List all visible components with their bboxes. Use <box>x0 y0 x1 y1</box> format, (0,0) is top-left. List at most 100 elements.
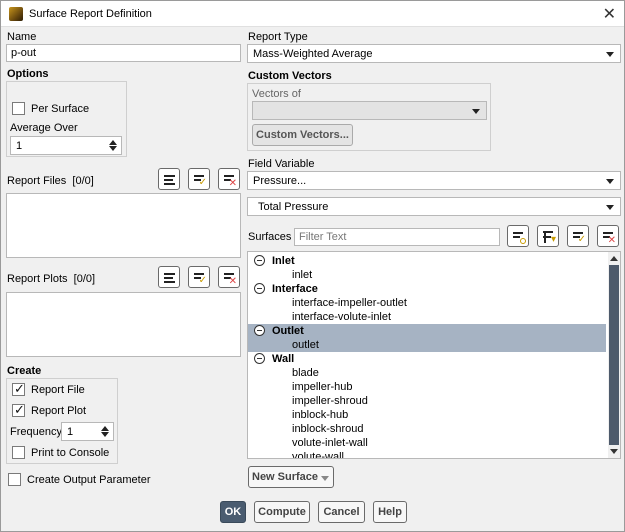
tree-item[interactable]: inblock-hub <box>248 408 606 422</box>
custom-vectors-label: Custom Vectors <box>248 70 332 82</box>
flag-icon: ▾ <box>550 234 556 245</box>
report-file-label: Report File <box>31 384 85 396</box>
tree-item[interactable]: interface-impeller-outlet <box>248 296 606 310</box>
vectors-of-dropdown[interactable] <box>252 101 487 120</box>
per-surface-checkbox[interactable] <box>12 102 25 115</box>
frequency-label: Frequency <box>10 426 62 438</box>
frequency-spinner[interactable]: 1 <box>61 422 114 441</box>
group-surfaces-button[interactable]: ▾ <box>537 225 559 247</box>
tree-group-interface[interactable]: Interface <box>248 282 606 296</box>
create-output-parameter-checkbox[interactable] <box>8 473 21 486</box>
list-icon <box>164 175 175 177</box>
collapse-icon[interactable] <box>254 255 265 266</box>
report-type-dropdown[interactable]: Mass-Weighted Average <box>247 44 621 63</box>
tree-item[interactable]: outlet <box>248 338 606 352</box>
name-label: Name <box>7 31 37 43</box>
surfaces-tree[interactable]: Inlet inlet Interface interface-impeller-ou… <box>247 251 621 459</box>
window-title: Surface Report Definition <box>29 8 152 20</box>
close-icon[interactable]: ✕ <box>603 4 616 24</box>
field-variable-dropdown[interactable]: Pressure... <box>247 171 621 190</box>
checkmark-icon: ✓ <box>198 177 207 188</box>
tree-item[interactable]: volute-inlet-wall <box>248 436 606 450</box>
tree-item-label: inlet <box>292 269 313 281</box>
average-over-spinner[interactable]: 1 <box>10 136 122 155</box>
print-to-console-checkbox[interactable] <box>12 446 25 459</box>
tree-group-inlet[interactable]: Inlet <box>248 254 606 268</box>
tree-item[interactable]: interface-volute-inlet <box>248 310 606 324</box>
surface-type-filter-button[interactable] <box>507 225 529 247</box>
per-surface-label: Per Surface <box>31 103 90 115</box>
clear-surfaces-button[interactable]: ✕ <box>597 225 619 247</box>
vectors-of-label: Vectors of <box>252 88 301 100</box>
new-surface-button[interactable]: New Surface <box>248 466 334 488</box>
tree-group-outlet[interactable]: Outlet <box>248 324 606 338</box>
spinner-up-icon[interactable] <box>101 426 109 431</box>
field-variable-label: Field Variable <box>248 158 315 170</box>
checkmark-icon: ✓ <box>198 275 207 286</box>
tree-group-wall[interactable]: Wall <box>248 352 606 366</box>
tree-item-label: inblock-hub <box>292 409 349 421</box>
surfaces-filter-input[interactable]: Filter Text <box>294 228 500 246</box>
average-over-value: 1 <box>16 140 23 152</box>
new-surface-label: New Surface <box>252 471 319 483</box>
average-over-label: Average Over <box>10 122 78 134</box>
report-files-list[interactable] <box>6 193 241 258</box>
chevron-down-icon <box>606 205 614 210</box>
report-plots-list[interactable] <box>6 292 241 357</box>
options-label: Options <box>7 68 49 80</box>
tree-item[interactable]: blade <box>248 366 606 380</box>
collapse-icon[interactable] <box>254 325 265 336</box>
create-output-parameter-label: Create Output Parameter <box>27 474 151 486</box>
chevron-down-icon <box>321 476 329 481</box>
field-variable-sub-dropdown[interactable]: Total Pressure <box>247 197 621 216</box>
tree-group-label: Outlet <box>272 325 304 337</box>
chevron-down-icon <box>606 52 614 57</box>
clear-report-files-button[interactable]: ✕ <box>218 168 240 190</box>
spinner-down-icon[interactable] <box>109 146 117 151</box>
tree-item[interactable]: impeller-hub <box>248 380 606 394</box>
scroll-up-icon[interactable] <box>610 256 618 261</box>
collapse-icon[interactable] <box>254 283 265 294</box>
checkmark-icon: ✓ <box>577 234 586 245</box>
tree-item-label: outlet <box>292 339 319 351</box>
surfaces-label: Surfaces <box>248 231 292 243</box>
spinner-down-icon[interactable] <box>101 432 109 437</box>
tree-group-label: Interface <box>272 283 318 295</box>
clear-report-plots-button[interactable]: ✕ <box>218 266 240 288</box>
custom-vectors-button[interactable]: Custom Vectors... <box>252 124 353 146</box>
help-button[interactable]: Help <box>373 501 407 523</box>
spinner-up-icon[interactable] <box>109 140 117 145</box>
select-all-report-plots-button[interactable] <box>158 266 180 288</box>
report-plot-checkbox[interactable] <box>12 402 25 418</box>
name-input[interactable]: p-out <box>6 44 241 62</box>
dialog-window: Surface Report Definition ✕ Name p-out O… <box>0 0 625 532</box>
tree-item[interactable]: volute-wall <box>248 450 606 459</box>
field-variable-value: Pressure... <box>253 175 307 187</box>
tree-item-label: volute-inlet-wall <box>292 437 368 449</box>
tree-item-label: volute-wall <box>292 451 344 459</box>
app-logo-icon <box>9 7 23 21</box>
collapse-icon[interactable] <box>254 353 265 364</box>
tree-item[interactable]: inlet <box>248 268 606 282</box>
report-file-checkbox[interactable] <box>12 381 25 397</box>
tree-item-label: interface-impeller-outlet <box>292 297 407 309</box>
scroll-down-icon[interactable] <box>610 449 618 454</box>
tree-item-label: impeller-shroud <box>292 395 368 407</box>
tree-item[interactable]: impeller-shroud <box>248 394 606 408</box>
frequency-value: 1 <box>67 426 74 438</box>
compute-button[interactable]: Compute <box>254 501 310 523</box>
cancel-button[interactable]: Cancel <box>318 501 365 523</box>
tree-item[interactable]: inblock-shroud <box>248 422 606 436</box>
field-variable-sub-value: Total Pressure <box>258 201 329 213</box>
x-icon: ✕ <box>228 178 237 189</box>
select-all-report-files-button[interactable] <box>158 168 180 190</box>
surfaces-scrollbar[interactable] <box>608 252 620 458</box>
x-icon: ✕ <box>607 235 616 246</box>
ok-button[interactable]: OK <box>220 501 246 523</box>
check-surfaces-button[interactable]: ✓ <box>567 225 589 247</box>
report-type-value: Mass-Weighted Average <box>253 48 373 60</box>
filter-icon <box>520 238 526 244</box>
check-report-plots-button[interactable]: ✓ <box>188 266 210 288</box>
check-report-files-button[interactable]: ✓ <box>188 168 210 190</box>
scroll-thumb[interactable] <box>609 265 619 445</box>
